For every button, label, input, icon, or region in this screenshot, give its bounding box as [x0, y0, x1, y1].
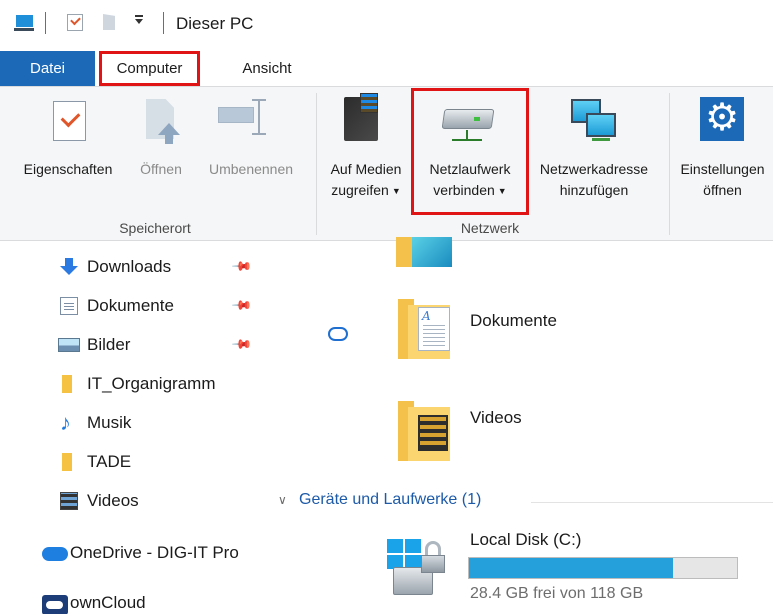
documents-folder-icon[interactable]: A	[398, 299, 450, 359]
nav-item-label: Bilder	[87, 335, 131, 354]
this-pc-icon[interactable]	[13, 14, 35, 32]
settings-label-1: Einstellungen	[680, 161, 765, 177]
pin-icon[interactable]: 📌	[230, 294, 253, 316]
nav-item-label: Downloads	[87, 257, 172, 276]
devices-section-header[interactable]: ∨ Geräte und Laufwerke (1)	[266, 487, 773, 517]
customize-quick-access-icon[interactable]	[135, 15, 143, 24]
group-label-location: Speicherort	[119, 220, 191, 236]
nav-item-it-organigramm[interactable]: IT_Organigramm	[0, 366, 266, 402]
nav-item-label: TADE	[87, 452, 132, 471]
nav-item-tade[interactable]: TADE	[0, 444, 266, 480]
disk-usage-fill	[469, 558, 673, 578]
disk-usage-bar	[468, 557, 738, 579]
network-location-base-icon	[592, 138, 610, 141]
chevron-down-icon[interactable]: ∨	[278, 493, 287, 507]
nav-item-downloads[interactable]: Downloads 📌	[0, 249, 266, 285]
tab-computer[interactable]: Computer	[99, 51, 200, 86]
music-icon: ♪	[60, 410, 71, 435]
properties-button[interactable]: Eigenschaften	[8, 159, 128, 180]
nav-item-label: Videos	[87, 491, 139, 510]
settings-label-2: öffnen	[703, 182, 742, 198]
cloud-status-icon	[328, 327, 348, 341]
videos-folder-icon[interactable]	[398, 401, 450, 461]
add-location-label-1: Netzwerkadresse	[539, 161, 649, 177]
separator	[163, 12, 164, 34]
disk-label[interactable]: Local Disk (C:)	[470, 530, 581, 550]
group-separator	[669, 93, 670, 235]
access-media-label-1: Auf Medien	[330, 161, 402, 177]
navigation-pane: Downloads 📌 Dokumente 📌 Bilder 📌 IT_Orga…	[0, 241, 266, 614]
properties-quick-access-icon[interactable]	[67, 14, 83, 31]
desktop-folder-icon[interactable]	[396, 237, 454, 271]
open-button[interactable]: Öffnen	[130, 159, 192, 180]
access-media-label-2: zugreifen ▼	[331, 182, 401, 198]
owncloud-icon	[42, 595, 68, 614]
devices-section-title: Geräte und Laufwerke (1)	[299, 491, 482, 508]
video-icon	[60, 492, 78, 510]
text-cursor-icon	[252, 99, 266, 135]
new-folder-quick-access-icon[interactable]	[103, 14, 115, 30]
nav-item-pictures[interactable]: Bilder 📌	[0, 327, 266, 363]
section-divider	[531, 502, 773, 503]
group-separator	[316, 93, 317, 235]
add-location-label-2: hinzufügen	[559, 182, 629, 198]
properties-label: Eigenschaften	[23, 161, 113, 177]
title-bar: Dieser PC	[0, 0, 773, 48]
download-icon	[60, 258, 78, 276]
nav-item-label: ownCloud	[70, 593, 146, 612]
nav-item-label: IT_Organigramm	[87, 374, 216, 393]
pin-icon[interactable]: 📌	[230, 255, 253, 277]
windows-logo-icon	[387, 539, 421, 569]
lock-icon	[421, 541, 445, 573]
folder-label-documents[interactable]: Dokumente	[470, 311, 557, 331]
tab-file[interactable]: Datei	[0, 51, 95, 86]
folder-label-videos[interactable]: Videos	[470, 408, 522, 428]
properties-icon	[53, 101, 86, 141]
local-disk-icon[interactable]	[387, 527, 449, 597]
open-settings-button[interactable]: Einstellungen öffnen	[672, 159, 773, 201]
disk-free-space: 28.4 GB frei von 118 GB	[470, 585, 644, 602]
network-location-icon-2	[586, 113, 616, 137]
window-title: Dieser PC	[176, 14, 254, 33]
media-film-icon	[360, 93, 378, 113]
nav-item-documents[interactable]: Dokumente 📌	[0, 288, 266, 324]
separator	[45, 12, 46, 34]
highlight-box-map-drive	[411, 88, 529, 215]
ribbon: Eigenschaften Öffnen Umbenennen Speicher…	[0, 86, 773, 241]
rename-label: Umbenennen	[208, 161, 294, 177]
nav-item-label: OneDrive - DIG-IT Pro	[70, 543, 239, 562]
ribbon-tabs: Datei Computer Ansicht	[0, 48, 773, 86]
nav-item-onedrive[interactable]: OneDrive - DIG-IT Pro	[0, 535, 262, 571]
onedrive-cloud-icon	[42, 547, 68, 561]
group-label-network: Netzwerk	[460, 220, 520, 236]
nav-item-label: Dokumente	[87, 296, 174, 315]
rename-icon	[218, 107, 254, 123]
add-network-location-button[interactable]: Netzwerkadresse hinzufügen	[528, 159, 660, 201]
gear-icon: ⚙	[705, 97, 740, 139]
tab-view[interactable]: Ansicht	[225, 51, 309, 86]
content-pane: A Dokumente Videos ∨ Geräte und Laufwerk…	[266, 237, 773, 614]
pictures-icon	[58, 338, 80, 352]
nav-item-owncloud[interactable]: ownCloud	[0, 585, 266, 614]
documents-icon	[60, 297, 78, 315]
nav-item-music[interactable]: ♪ Musik	[0, 405, 266, 441]
folder-icon	[62, 453, 72, 471]
open-label: Öffnen	[140, 161, 182, 177]
open-arrow-icon	[158, 123, 180, 144]
rename-button[interactable]: Umbenennen	[196, 159, 306, 180]
nav-item-label: Musik	[87, 413, 132, 432]
pin-icon[interactable]: 📌	[230, 333, 253, 355]
nav-item-videos[interactable]: Videos	[0, 483, 266, 519]
access-media-button[interactable]: Auf Medien zugreifen ▼	[318, 159, 414, 202]
folder-icon	[62, 375, 72, 393]
